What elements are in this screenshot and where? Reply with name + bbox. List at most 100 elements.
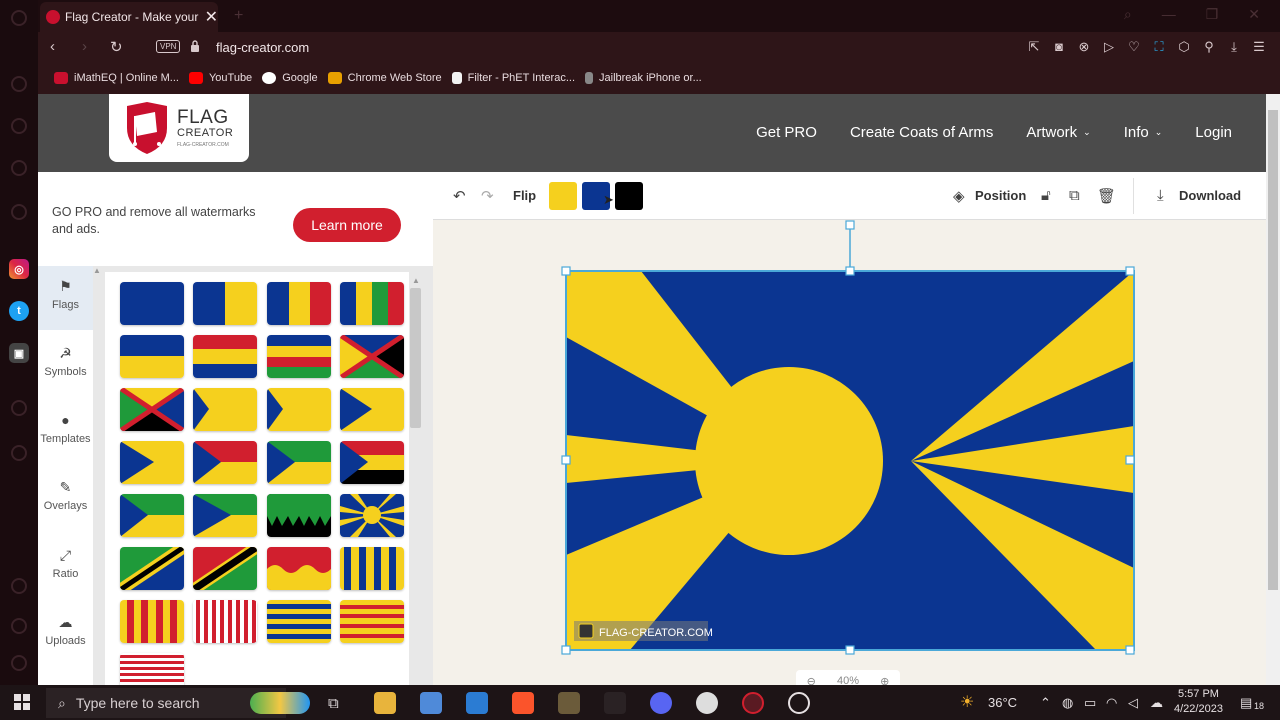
category-templates[interactable]: ● Templates xyxy=(38,400,93,464)
instagram-icon[interactable]: ◎ xyxy=(9,259,29,279)
reload-icon[interactable]: ↻ xyxy=(110,38,123,56)
flag-template-thumb[interactable] xyxy=(120,600,184,643)
zoom-out-icon[interactable]: ⊖ xyxy=(807,675,816,686)
learn-more-button[interactable]: Learn more xyxy=(293,208,401,242)
wifi-icon[interactable]: ◠ xyxy=(1106,695,1117,711)
app-icon[interactable] xyxy=(696,692,718,714)
app-icon[interactable] xyxy=(558,692,580,714)
flag-template-thumb[interactable] xyxy=(267,388,331,431)
flip-button[interactable]: Flip xyxy=(513,188,536,203)
adblock-icon[interactable]: ⊗ xyxy=(1077,39,1091,55)
unlock-icon[interactable]: 🔓︎ xyxy=(1041,187,1051,204)
sidebar-app-icon[interactable] xyxy=(11,76,27,92)
color-swatch-black[interactable] xyxy=(615,182,643,210)
flag-template-thumb[interactable] xyxy=(120,653,184,685)
undo-icon[interactable]: ↶ xyxy=(453,187,466,205)
discord-icon[interactable]: ▣ xyxy=(9,343,29,363)
flag-template-thumb[interactable] xyxy=(120,388,184,431)
menu-icon[interactable]: ☰ xyxy=(1252,39,1266,55)
sidebar-app-icon[interactable] xyxy=(11,118,27,134)
color-swatch-yellow[interactable] xyxy=(549,182,577,210)
taskbar-clock[interactable]: 5:57 PM 4/22/2023 xyxy=(1174,687,1223,717)
page-scrollbar-thumb[interactable] xyxy=(1268,110,1278,590)
task-view-icon[interactable]: ⧉ xyxy=(328,695,339,712)
download-button[interactable]: Download xyxy=(1179,188,1241,203)
network-icon[interactable]: ☁ xyxy=(1150,695,1163,711)
scroll-up-icon[interactable]: ▲ xyxy=(93,266,101,275)
sidebar-app-icon[interactable] xyxy=(11,400,27,416)
bookmark-item[interactable]: Google xyxy=(262,72,318,84)
bookmark-item[interactable]: Chrome Web Store xyxy=(327,72,442,84)
camera-icon[interactable]: ◙ xyxy=(1052,39,1066,55)
search-tabs-icon[interactable]: ⌕ xyxy=(1124,6,1132,23)
tray-app-icon[interactable]: ◍ xyxy=(1062,695,1073,711)
play-icon[interactable]: ▷ xyxy=(1102,39,1116,55)
nav-login[interactable]: Login xyxy=(1195,124,1232,141)
page-scrollbar[interactable] xyxy=(1266,94,1280,685)
flag-template-thumb[interactable] xyxy=(340,494,404,537)
flag-template-thumb[interactable] xyxy=(267,547,331,590)
temperature[interactable]: 36°C xyxy=(988,695,1017,710)
flag-template-thumb[interactable] xyxy=(340,335,404,378)
sidebar-app-icon[interactable] xyxy=(11,618,27,634)
back-icon[interactable]: ‹ xyxy=(50,38,55,55)
flag-template-thumb[interactable] xyxy=(267,335,331,378)
flag-template-thumb[interactable] xyxy=(193,282,257,325)
volume-icon[interactable]: ◁ xyxy=(1128,695,1138,711)
flag-template-thumb[interactable] xyxy=(193,335,257,378)
new-tab-icon[interactable]: + xyxy=(234,7,243,25)
heart-icon[interactable]: ♡ xyxy=(1127,39,1141,55)
flag-template-thumb[interactable] xyxy=(267,494,331,537)
flag-template-thumb[interactable] xyxy=(267,282,331,325)
forward-icon[interactable]: › xyxy=(82,38,87,55)
opera-icon[interactable] xyxy=(742,692,764,714)
nav-artwork[interactable]: Artwork ⌄ xyxy=(1026,124,1090,141)
download-icon[interactable]: ⤓ xyxy=(1157,187,1164,204)
bookmark-item[interactable]: iMathEQ | Online M... xyxy=(54,72,179,84)
close-tab-icon[interactable]: ✕ xyxy=(205,7,218,27)
windows-start-icon[interactable] xyxy=(14,694,30,710)
flag-preview[interactable]: FLAG-CREATOR.COM xyxy=(561,220,1135,656)
discord-icon[interactable] xyxy=(650,692,672,714)
flag-template-thumb[interactable] xyxy=(267,600,331,643)
flag-template-thumb[interactable] xyxy=(120,441,184,484)
flag-template-thumb[interactable] xyxy=(340,388,404,431)
sidebar-app-icon[interactable] xyxy=(11,445,27,461)
sidebar-app-icon[interactable] xyxy=(11,578,27,594)
layers-icon[interactable]: ◈ xyxy=(953,187,965,205)
maximize-icon[interactable]: ❐ xyxy=(1206,6,1219,23)
flag-template-thumb[interactable] xyxy=(340,441,404,484)
flag-template-thumb[interactable] xyxy=(120,547,184,590)
screenshot-icon[interactable]: ⛶ xyxy=(1152,39,1166,55)
flag-template-thumb[interactable] xyxy=(340,282,404,325)
nav-info[interactable]: Info ⌄ xyxy=(1124,124,1163,141)
news-widget-icon[interactable] xyxy=(250,692,310,714)
notification-icon[interactable]: ▤ xyxy=(1240,695,1252,711)
flag-template-thumb[interactable] xyxy=(193,600,257,643)
category-symbols[interactable]: ☭ Symbols xyxy=(38,333,93,397)
app-icon[interactable] xyxy=(604,692,626,714)
scroll-up-icon[interactable]: ▲ xyxy=(412,276,420,285)
category-flags[interactable]: ⚑ Flags xyxy=(38,266,93,330)
flag-template-thumb[interactable] xyxy=(267,441,331,484)
vpn-badge[interactable]: VPN xyxy=(156,40,181,53)
mail-icon[interactable] xyxy=(466,692,488,714)
category-overlays[interactable]: ✎ Overlays xyxy=(38,467,93,531)
send-icon[interactable]: ⇱ xyxy=(1027,39,1041,55)
sidebar-app-icon[interactable] xyxy=(11,655,27,671)
gallery-scrollbar[interactable] xyxy=(410,288,421,428)
flag-template-thumb[interactable] xyxy=(340,600,404,643)
category-ratio[interactable]: ⤢ Ratio xyxy=(38,535,93,599)
flag-template-thumb[interactable] xyxy=(120,335,184,378)
twitter-icon[interactable]: t xyxy=(9,301,29,321)
profile-icon[interactable]: ⚲ xyxy=(1202,39,1216,55)
minimize-icon[interactable]: — xyxy=(1162,6,1176,23)
brave-icon[interactable] xyxy=(512,692,534,714)
flag-template-thumb[interactable] xyxy=(120,494,184,537)
downloads-icon[interactable]: ⤓ xyxy=(1227,39,1241,55)
nav-coats-of-arms[interactable]: Create Coats of Arms xyxy=(850,124,993,141)
flag-template-thumb[interactable] xyxy=(340,547,404,590)
microsoft-store-icon[interactable] xyxy=(420,692,442,714)
bookmark-item[interactable]: Filter - PhET Interac... xyxy=(451,72,575,84)
flag-template-thumb[interactable] xyxy=(193,388,257,431)
